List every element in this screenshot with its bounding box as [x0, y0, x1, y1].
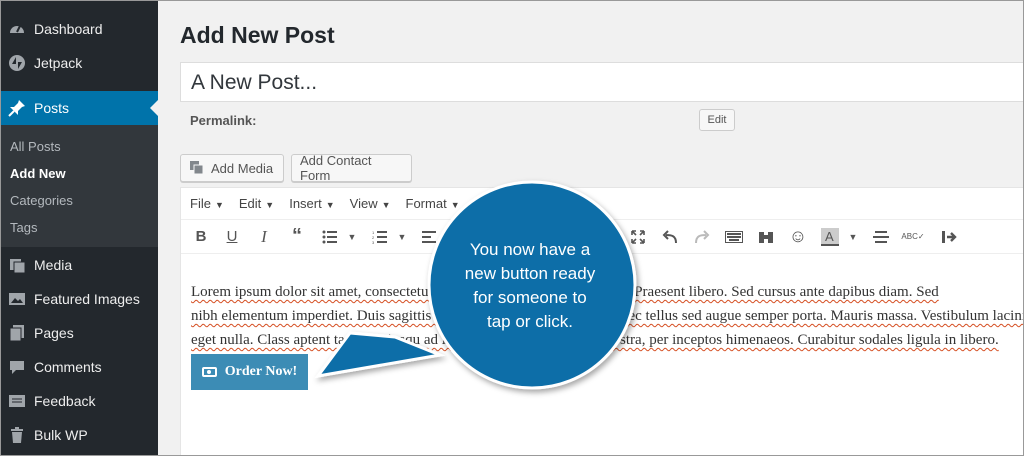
menu-label: Tools: [533, 196, 564, 211]
menu-label: Format: [405, 196, 447, 211]
sidebar-item-jetpack[interactable]: Jetpack: [0, 46, 158, 80]
menu-edit[interactable]: Edit ▼: [239, 196, 274, 211]
permalink-edit-button[interactable]: Edit: [699, 109, 735, 131]
callout-line: new button ready: [464, 264, 596, 283]
caret-down-icon[interactable]: ▼: [337, 224, 367, 250]
sidebar-item-label: Dashboard: [34, 21, 103, 37]
callout-line: You now have a: [469, 240, 591, 259]
menu-tools[interactable]: Tools ▼: [534, 196, 577, 211]
caret-down-icon: ▼: [214, 200, 224, 210]
callout-line: tap or click.: [487, 312, 573, 331]
italic-icon[interactable]: I: [249, 224, 279, 250]
page-title: Add New Post: [180, 22, 335, 48]
post-title-input[interactable]: A New Post...: [180, 62, 1024, 102]
caret-down-icon[interactable]: ▼: [838, 224, 868, 250]
dashboard-icon: [0, 20, 34, 38]
menu-label: Table: [474, 196, 506, 211]
sidebar-item-label: Bulk WP: [34, 427, 88, 443]
sidebar-item-label: Featured Images: [34, 291, 140, 307]
sidebar-item-label: Jetpack: [34, 55, 83, 71]
menu-format[interactable]: Format ▼: [406, 196, 460, 211]
sidebar-item-dashboard[interactable]: Dashboard: [0, 12, 158, 46]
submenu-categories[interactable]: Categories: [10, 193, 73, 208]
redo-icon[interactable]: [687, 224, 717, 250]
add-contact-form-button[interactable]: Add Contact Form: [291, 153, 412, 183]
menu-file[interactable]: File ▼: [190, 196, 224, 211]
money-icon: [201, 367, 217, 377]
sidebar-item-featured-images[interactable]: Featured Images: [0, 282, 158, 316]
sidebar-item-feedback[interactable]: Feedback: [0, 384, 158, 418]
undo-icon[interactable]: [655, 224, 685, 250]
menu-label: Edit: [238, 196, 262, 211]
sidebar-item-label: Media: [34, 257, 73, 273]
blockquote-icon[interactable]: “: [282, 224, 312, 250]
fullscreen-icon[interactable]: [623, 224, 653, 250]
media-icon: [0, 256, 34, 274]
submenu-tags[interactable]: Tags: [10, 220, 37, 235]
menu-insert[interactable]: Insert ▼: [289, 196, 334, 211]
order-now-label: Order Now!: [224, 364, 298, 379]
exit-icon[interactable]: [935, 224, 965, 250]
caret-down-icon: ▼: [509, 200, 519, 210]
keyboard-icon[interactable]: [719, 224, 749, 250]
pin-icon: [0, 99, 34, 117]
submenu-add-new[interactable]: Add New: [10, 166, 66, 181]
underline-icon[interactable]: U: [217, 224, 247, 250]
caret-down-icon: ▼: [450, 200, 460, 210]
sidebar-item-pages[interactable]: Pages: [0, 316, 158, 350]
sidebar-item-label: Feedback: [34, 393, 96, 409]
images-icon: [0, 290, 34, 308]
menu-label: File: [190, 196, 211, 211]
sidebar-item-comments[interactable]: Comments: [0, 350, 158, 384]
menu-table[interactable]: Table ▼: [475, 196, 519, 211]
sidebar-item-posts[interactable]: Posts: [0, 91, 158, 125]
caret-down-icon: ▼: [567, 200, 577, 210]
spellcheck-icon[interactable]: ABC✓: [898, 224, 928, 250]
add-media-label: Add Media: [211, 160, 274, 176]
feedback-icon: [0, 392, 34, 410]
find-replace-icon[interactable]: [751, 224, 781, 250]
bold-icon[interactable]: B: [186, 224, 216, 250]
jetpack-icon: [0, 54, 34, 72]
svg-text:A: A: [825, 229, 834, 244]
posts-submenu: All Posts Add New Categories Tags: [0, 125, 158, 247]
sidebar-item-label: Posts: [34, 100, 70, 116]
callout-text: You now have a new button ready for some…: [440, 238, 620, 334]
sidebar-item-media[interactable]: Media: [0, 248, 158, 282]
sidebar-item-label: Pages: [34, 325, 74, 341]
menu-label: View: [349, 196, 378, 211]
trash-icon: [0, 426, 34, 444]
admin-sidebar: Dashboard Jetpack Posts All Posts Add Ne…: [0, 0, 158, 456]
callout-line: for someone to: [473, 288, 587, 307]
order-now-button[interactable]: Order Now!: [191, 354, 308, 390]
permalink-label: Permalink:: [190, 113, 257, 128]
editor-menubar: File ▼ Edit ▼ Insert ▼ View ▼ Format ▼ Table ▼…: [181, 188, 1024, 220]
add-media-button[interactable]: Add Media: [180, 154, 284, 182]
submenu-all-posts[interactable]: All Posts: [10, 139, 61, 154]
horizontal-line-icon[interactable]: [866, 224, 896, 250]
media-icon: [189, 159, 205, 178]
caret-down-icon: ▼: [265, 200, 275, 210]
svg-text:3: 3: [372, 240, 375, 244]
emoticons-icon[interactable]: ☺: [783, 224, 813, 250]
menu-label: Insert: [289, 196, 322, 211]
comments-icon: [0, 358, 34, 376]
sidebar-item-bulk-wp[interactable]: Bulk WP: [0, 418, 158, 452]
sidebar-item-label: Comments: [34, 359, 102, 375]
caret-down-icon: ▼: [325, 200, 335, 210]
caret-down-icon: ▼: [381, 200, 391, 210]
caret-down-icon[interactable]: ▼: [387, 224, 417, 250]
menu-view[interactable]: View ▼: [350, 196, 391, 211]
pages-icon: [0, 324, 34, 342]
